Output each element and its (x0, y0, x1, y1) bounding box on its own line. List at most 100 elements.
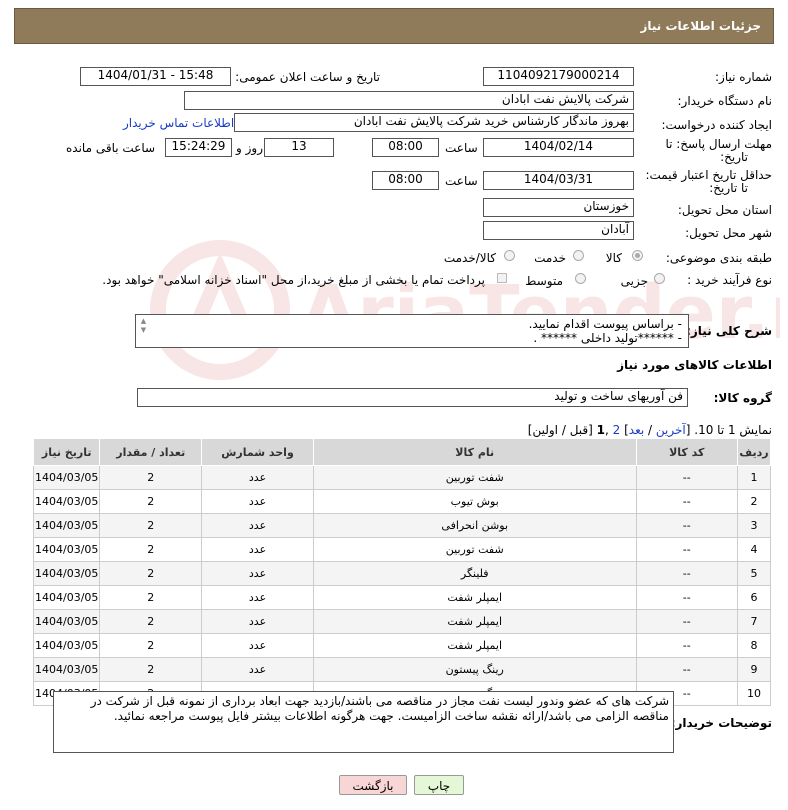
cell-quantity: 2 (99, 657, 203, 682)
cell-row-number: 10 (737, 681, 771, 706)
creator-field[interactable]: بهروز ماندگار کارشناس خرید شرکت پالایش ن… (234, 113, 634, 132)
cell-row-number: 4 (737, 537, 771, 562)
cell-item-name: بوشن انحرافی (312, 513, 637, 538)
col-item-code: کد کالا (635, 438, 739, 466)
cell-need-date: 1404/03/05 (32, 585, 101, 610)
cell-need-date: 1404/03/05 (32, 633, 101, 658)
deadline-label: مهلت ارسال پاسخ: تا (665, 137, 772, 151)
cell-unit: عدد (201, 633, 314, 658)
cell-row-number: 7 (737, 609, 771, 634)
cell-quantity: 2 (99, 513, 203, 538)
cell-row-number: 9 (737, 657, 771, 682)
process-radio-minor[interactable] (654, 273, 665, 284)
category-option-service: خدمت (534, 251, 566, 265)
deadline-time-label: ساعت (445, 141, 478, 155)
pagination-comma: , (605, 423, 613, 437)
cell-quantity: 2 (99, 537, 203, 562)
pagination-sep2: ] (620, 423, 629, 437)
cell-quantity: 2 (99, 585, 203, 610)
days-remaining-field[interactable]: 13 (264, 138, 334, 157)
page-header: جزئیات اطلاعات نیاز (14, 8, 774, 44)
cell-need-date: 1404/03/05 (32, 609, 101, 634)
process-option-medium: متوسط (525, 274, 563, 288)
back-button[interactable]: بازگشت (339, 775, 407, 795)
cell-unit: عدد (201, 585, 314, 610)
category-radio-service[interactable] (573, 250, 584, 261)
category-option-goods-service: کالا/خدمت (443, 251, 496, 265)
cell-item-name: فلینگر (312, 561, 637, 586)
goods-group-field[interactable]: فن آوریهای ساخت و تولید (137, 388, 688, 407)
cell-item-name: رینگ پیستون (312, 657, 637, 682)
cell-row-number: 6 (737, 585, 771, 610)
cell-item-name: شفت توربین (312, 537, 637, 562)
pagination-last-link[interactable]: آخرین (656, 423, 686, 437)
category-radio-goods-service[interactable] (504, 250, 515, 261)
description-textarea[interactable]: - براساس پیوست اقدام نمایید. - ******تول… (135, 314, 689, 348)
cell-quantity: 2 (99, 561, 203, 586)
table-row: 8 -- ایمپلر شفت عدد 2 1404/03/05 (32, 633, 771, 658)
table-row: 9 -- رینگ پیستون عدد 2 1404/03/05 (32, 657, 771, 682)
cell-item-name: بوش تیوب (312, 489, 637, 514)
items-table-header: ردیف کد کالا نام کالا واحد شمارش تعداد /… (32, 438, 771, 466)
col-need-date: تاریخ نیاز (32, 438, 101, 466)
table-row: 4 -- شفت توربین عدد 2 1404/03/05 (32, 537, 771, 562)
announce-label: تاریخ و ساعت اعلان عمومی: (235, 70, 380, 84)
announce-datetime-field[interactable]: 1404/01/31 - 15:48 (80, 67, 231, 86)
cell-item-code: -- (635, 561, 739, 586)
cell-item-name: ایمپلر شفت (312, 585, 637, 610)
col-row-number: ردیف (737, 438, 771, 466)
need-number-label: شماره نیاز: (715, 70, 772, 84)
deadline-date-field[interactable]: 1404/02/14 (483, 138, 634, 157)
pagination-current-page: 1 (596, 423, 605, 437)
pagination-next-link[interactable]: بعد (629, 423, 644, 437)
table-row: 6 -- ایمپلر شفت عدد 2 1404/03/05 (32, 585, 771, 610)
treasury-payment-checkbox[interactable] (497, 273, 507, 283)
cell-item-code: -- (635, 657, 739, 682)
time-remaining-field[interactable]: 15:24:29 (165, 138, 232, 157)
pagination-suffix: [قبل / اولین] (527, 423, 597, 437)
pagination-prefix: نمایش 1 تا 10. [ (685, 423, 772, 437)
buyer-contact-link[interactable]: اطلاعات تماس خریدار (123, 116, 234, 130)
category-radio-goods[interactable] (632, 250, 643, 261)
cell-item-code: -- (635, 513, 739, 538)
cell-item-code: -- (635, 537, 739, 562)
print-button[interactable]: چاپ (414, 775, 464, 795)
process-label: نوع فرآیند خرید : (687, 273, 772, 287)
cell-row-number: 1 (737, 465, 771, 490)
cell-item-code: -- (635, 585, 739, 610)
city-field[interactable]: آبادان (483, 221, 634, 240)
goods-group-label: گروه کالا: (713, 391, 772, 405)
cell-unit: عدد (201, 561, 314, 586)
cell-unit: عدد (201, 465, 314, 490)
cell-unit: عدد (201, 513, 314, 538)
time-remaining-label: ساعت باقی مانده (66, 141, 156, 155)
days-label: روز و (236, 141, 263, 155)
cell-item-code: -- (635, 465, 739, 490)
cell-item-name: شفت توربین (312, 465, 637, 490)
textarea-scrollbar[interactable]: ▲ ▼ (139, 317, 148, 345)
cell-need-date: 1404/03/05 (32, 561, 101, 586)
cell-item-name: ایمپلر شفت (312, 633, 637, 658)
cell-need-date: 1404/03/05 (32, 465, 101, 490)
cell-quantity: 2 (99, 465, 203, 490)
pagination: نمایش 1 تا 10. [آخرین / بعد] 2 ,1 [قبل /… (528, 423, 772, 437)
validity-date-field[interactable]: 1404/03/31 (483, 171, 634, 190)
buyer-label: نام دستگاه خریدار: (677, 94, 773, 108)
cell-row-number: 2 (737, 489, 771, 514)
buyer-notes-textarea[interactable]: شرکت های که عضو وندور لیست نفت مجاز در م… (53, 691, 674, 753)
category-option-goods: کالا (605, 251, 622, 265)
col-unit: واحد شمارش (201, 438, 314, 466)
validity-label-date: تا تاریخ: (709, 181, 748, 195)
pagination-sep1: / (644, 423, 656, 437)
description-line-1: - براساس پیوست اقدام نمایید. (528, 317, 682, 331)
process-radio-medium[interactable] (575, 273, 586, 284)
cell-need-date: 1404/03/05 (32, 537, 101, 562)
validity-time-field[interactable]: 08:00 (372, 171, 439, 190)
table-row: 7 -- ایمپلر شفت عدد 2 1404/03/05 (32, 609, 771, 634)
deadline-time-field[interactable]: 08:00 (372, 138, 439, 157)
items-table: ردیف کد کالا نام کالا واحد شمارش تعداد /… (32, 438, 771, 706)
buyer-field[interactable]: شرکت پالایش نفت ابادان (184, 91, 634, 110)
province-field[interactable]: خوزستان (483, 198, 634, 217)
goods-info-title: اطلاعات کالاهای مورد نیاز (617, 358, 772, 372)
need-number-field[interactable]: 1104092179000214 (483, 67, 634, 86)
